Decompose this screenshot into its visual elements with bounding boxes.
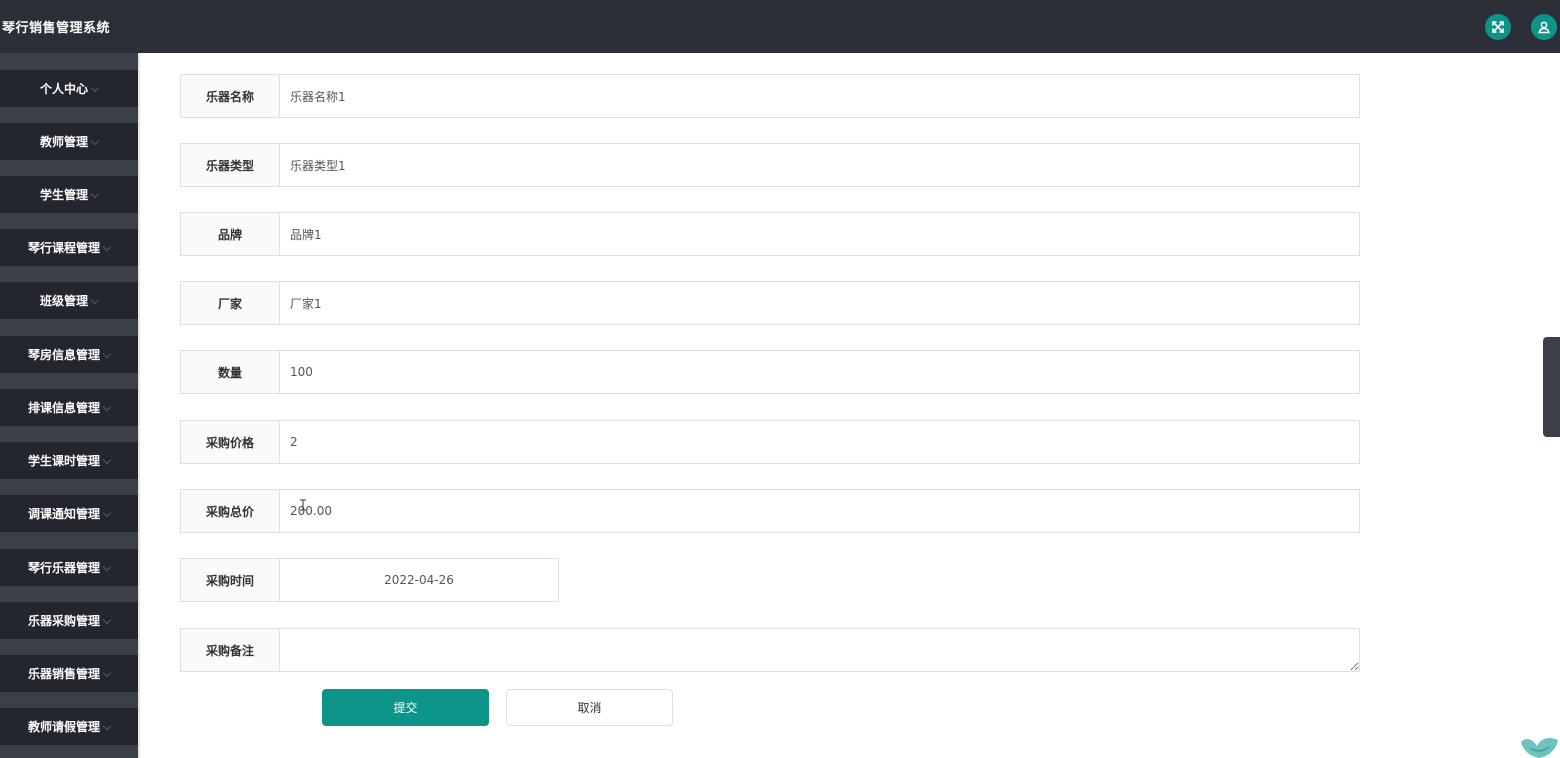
manufacturer-input[interactable] [279,281,1360,325]
side-drawer-handle[interactable] [1543,337,1560,437]
sidebar-item-label: 教师请假管理 [27,720,100,734]
sidebar-item-instrument[interactable]: 琴行乐器管理 [0,549,138,586]
sidebar-item-label: 个人中心 [39,82,88,96]
app-title: 琴行销售管理系统 [2,21,111,36]
form-label: 数量 [180,350,280,394]
sidebar-item-class[interactable]: 班级管理 [0,282,138,319]
chevron-down-icon [102,721,112,730]
form-row-quantity: 数量 [180,350,1360,394]
submit-button[interactable]: 提交 [322,689,489,726]
instrument-name-input[interactable] [279,74,1360,118]
sidebar-item-label: 排课信息管理 [27,401,100,415]
sidebar-item-label: 乐器销售管理 [27,667,100,681]
chevron-down-icon [90,295,100,304]
form-label: 采购总价 [180,489,280,533]
sidebar-item-label: 学生课时管理 [27,454,100,468]
purchase-remark-textarea[interactable] [279,628,1360,672]
top-bar: 琴行销售管理系统 [0,0,1560,53]
chevron-down-icon [90,189,100,198]
chevron-down-icon [102,615,112,624]
form-label: 采购时间 [180,558,280,602]
form-row-total-price: 采购总价 [180,489,1360,533]
sidebar-item-schedule[interactable]: 排课信息管理 [0,389,138,426]
chevron-down-icon [90,136,100,145]
sidebar-item-label: 琴行课程管理 [27,241,100,255]
quantity-input[interactable] [279,350,1360,394]
instrument-type-input[interactable] [279,143,1360,187]
chevron-down-icon [102,242,112,251]
form-label: 乐器名称 [180,74,280,118]
sidebar-item-sales[interactable]: 乐器销售管理 [0,655,138,692]
form-label: 品牌 [180,212,280,256]
sidebar: 个人中心 教师管理 学生管理 琴行课程管理 班级管理 琴房信息管理 排课信息管理… [0,53,138,758]
form-label: 采购备注 [180,628,280,672]
purchase-date-picker[interactable] [279,558,559,602]
sidebar-item-leave[interactable]: 教师请假管理 [0,708,138,745]
form-label: 采购价格 [180,420,280,464]
sidebar-item-label: 琴房信息管理 [27,348,100,362]
text-cursor-icon [300,499,306,511]
chevron-down-icon [102,668,112,677]
cancel-button[interactable]: 取消 [506,689,673,726]
fullscreen-icon[interactable] [1485,14,1511,40]
form-label: 厂家 [180,281,280,325]
purchase-price-input[interactable] [279,420,1360,464]
sidebar-item-label: 学生管理 [39,188,88,202]
sidebar-item-label: 教师管理 [39,135,88,149]
user-icon[interactable] [1531,14,1557,40]
sidebar-item-piano-room[interactable]: 琴房信息管理 [0,336,138,373]
total-price-input[interactable] [279,489,1360,533]
mascot-icon [1521,738,1558,758]
sidebar-item-teacher[interactable]: 教师管理 [0,123,138,160]
sidebar-item-label: 琴行乐器管理 [27,561,100,575]
form-row-purchase-date: 采购时间 [180,558,559,602]
chevron-down-icon [102,508,112,517]
chevron-down-icon [102,349,112,358]
sidebar-divider [138,53,140,758]
sidebar-item-reschedule[interactable]: 调课通知管理 [0,495,138,532]
chevron-down-icon [90,83,100,92]
form-label: 乐器类型 [180,143,280,187]
sidebar-item-class-hours[interactable]: 学生课时管理 [0,442,138,479]
form-row-purchase-price: 采购价格 [180,420,1360,464]
brand-input[interactable] [279,212,1360,256]
sidebar-item-personal-center[interactable]: 个人中心 [0,70,138,107]
form-row-instrument-type: 乐器类型 [180,143,1360,187]
form-row-purchase-remark: 采购备注 [180,628,1360,672]
chevron-down-icon [102,562,112,571]
sidebar-item-student[interactable]: 学生管理 [0,176,138,213]
sidebar-item-purchase[interactable]: 乐器采购管理 [0,602,138,639]
form-row-brand: 品牌 [180,212,1360,256]
sidebar-item-label: 调课通知管理 [27,507,100,521]
form-row-manufacturer: 厂家 [180,281,1360,325]
sidebar-item-course[interactable]: 琴行课程管理 [0,229,138,266]
sidebar-item-label: 乐器采购管理 [27,614,100,628]
chevron-down-icon [102,402,112,411]
sidebar-item-label: 班级管理 [39,294,88,308]
chevron-down-icon [102,455,112,464]
form-row-instrument-name: 乐器名称 [180,74,1360,118]
